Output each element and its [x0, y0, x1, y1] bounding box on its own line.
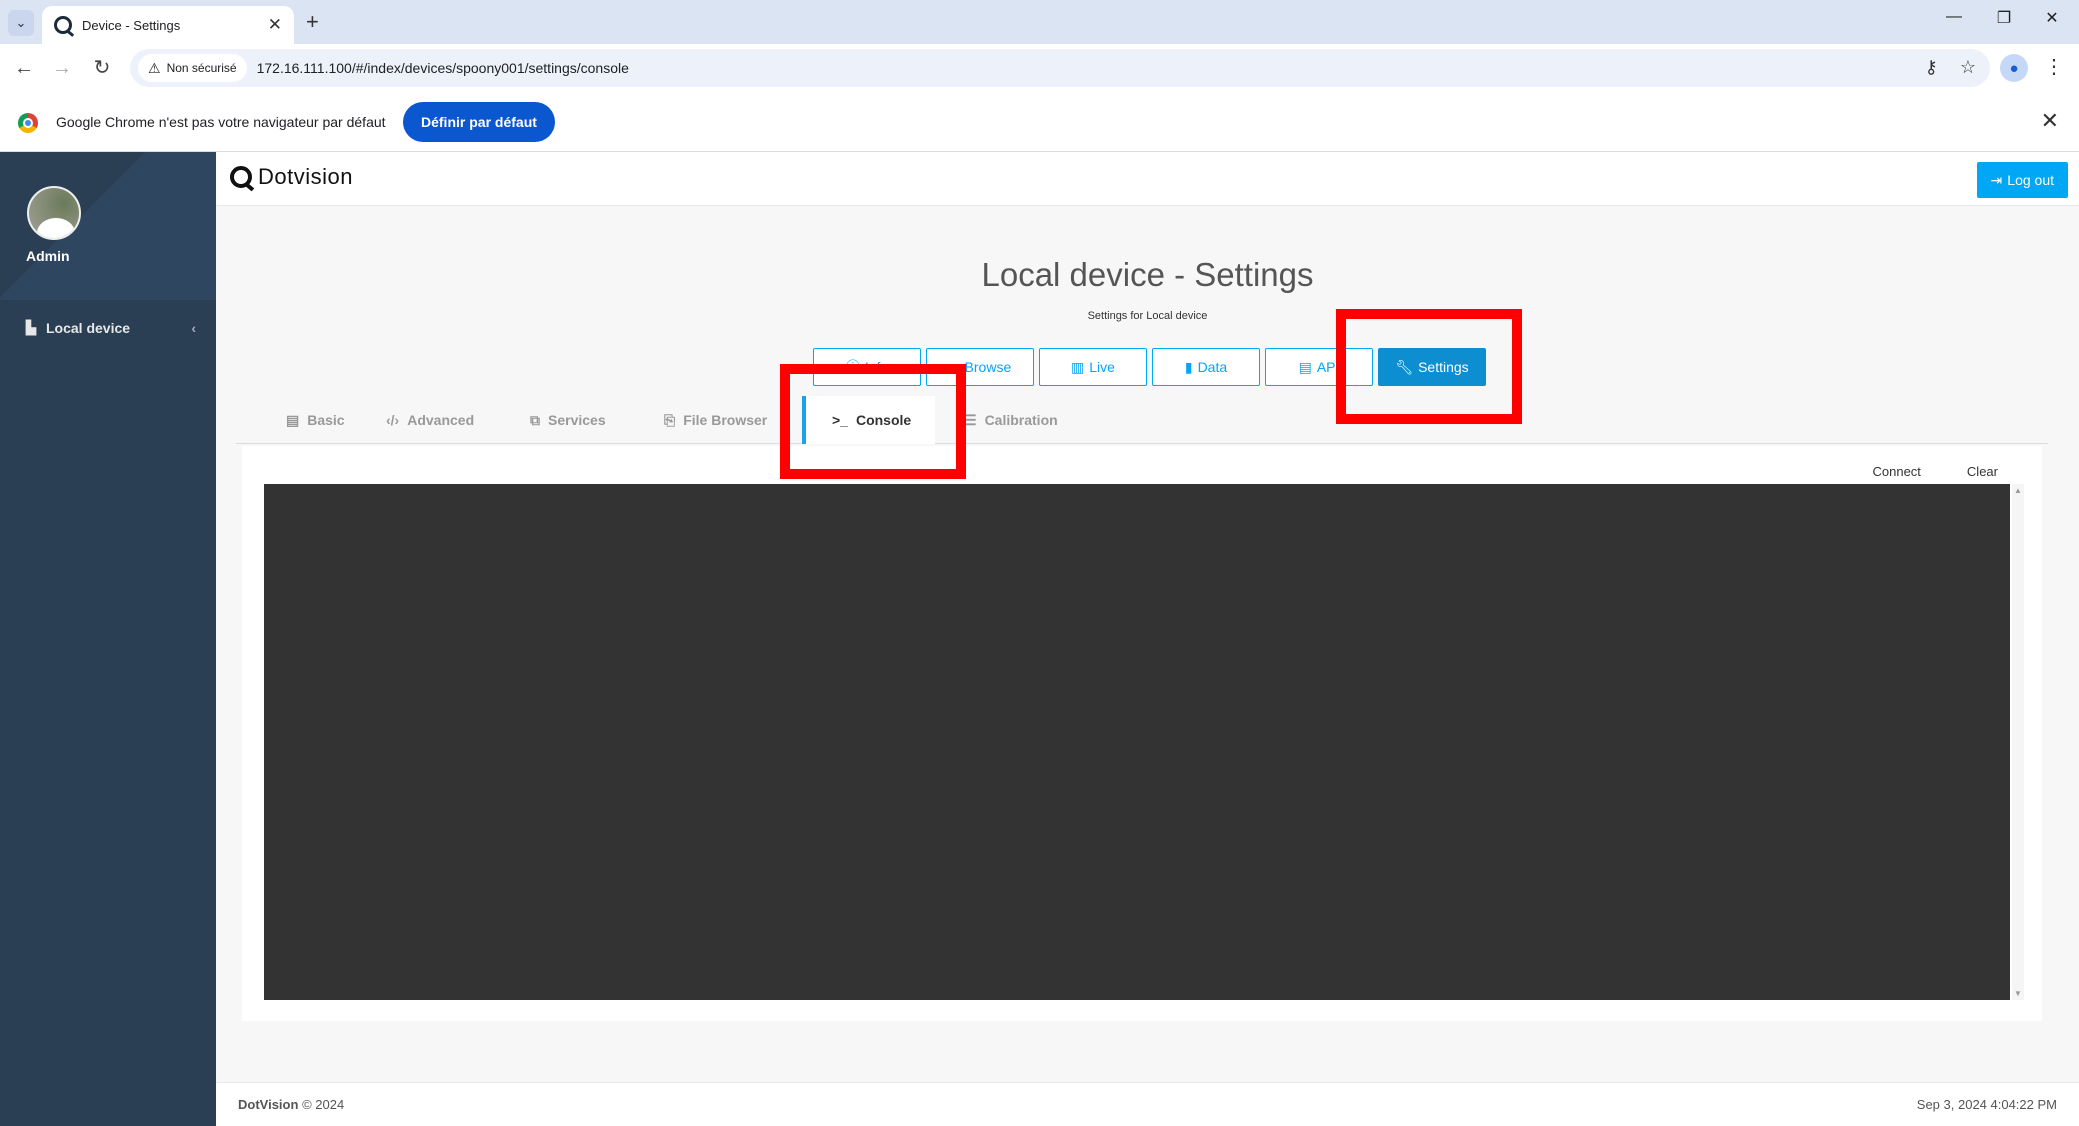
tab-title: Device - Settings: [82, 17, 181, 33]
scroll-up-icon[interactable]: ▲: [2014, 486, 2022, 495]
terminal-icon: >_: [832, 412, 848, 428]
logout-button[interactable]: ⇥ Log out: [1976, 162, 2068, 198]
tab-console-label: Console: [855, 412, 912, 428]
info-button[interactable]: ⓘ Info: [813, 348, 921, 386]
browse-label: Browse: [964, 359, 1012, 375]
tab-advanced-label: Advanced: [407, 412, 475, 428]
footer-copyright-year: © 2024: [302, 1097, 345, 1112]
file-browser-icon: ⎘: [664, 411, 676, 428]
live-label: Live: [1089, 359, 1115, 375]
password-key-icon[interactable]: ⚷: [1925, 57, 1938, 78]
set-default-button[interactable]: Définir par défaut: [403, 102, 555, 142]
reload-button[interactable]: ↻: [88, 54, 116, 82]
sidebar-item-label: Local device: [46, 320, 131, 336]
clear-button[interactable]: Clear: [1967, 464, 1998, 479]
sign-out-icon: ⇥: [1990, 171, 2003, 188]
footer-copyright: DotVision © 2024: [238, 1097, 344, 1112]
footer-timestamp: Sep 3, 2024 4:04:22 PM: [1916, 1097, 2057, 1112]
terminal-scrollbar[interactable]: ▲ ▼: [2012, 484, 2024, 1000]
sidebar: Admin ▙ Local device ‹: [0, 152, 216, 1126]
tab-advanced[interactable]: ‹/› Advanced: [386, 396, 474, 444]
url-text[interactable]: 172.16.111.100/#/index/devices/spoony001…: [257, 60, 629, 76]
bar-chart-icon: ▥: [1071, 358, 1085, 375]
scroll-down-icon[interactable]: ▼: [2014, 989, 2022, 998]
console-actions: Connect Clear: [1873, 464, 1999, 479]
brand-text: Dotvision: [258, 164, 353, 189]
sidebar-profile: Admin: [0, 152, 216, 300]
browser-menu-icon[interactable]: ⋮: [2044, 54, 2064, 79]
new-tab-button[interactable]: +: [306, 9, 319, 35]
area-chart-icon: ▙: [26, 320, 36, 335]
restore-button[interactable]: ❐: [1984, 8, 2024, 28]
info-icon: ⓘ: [845, 359, 860, 375]
tab-services-label: Services: [548, 412, 606, 428]
tab-services[interactable]: ⧉ Services: [530, 396, 606, 444]
browser-tab[interactable]: Device - Settings ✕: [42, 6, 294, 44]
wrench-icon: 🔧︎: [1395, 358, 1414, 375]
terminal-output[interactable]: [264, 484, 2010, 1000]
console-panel: Connect Clear ▲ ▼: [242, 446, 2042, 1021]
main-content: Local device - Settings Settings for Loc…: [216, 206, 2079, 1082]
browse-button[interactable]: ▰ Browse: [926, 348, 1034, 386]
api-icon: ▤: [1298, 358, 1312, 375]
file-icon: ▮: [1184, 358, 1193, 375]
api-button[interactable]: ▤ API: [1265, 348, 1373, 386]
copy-icon: ⧉: [530, 411, 540, 428]
dotvision-favicon-icon: [54, 16, 72, 34]
address-bar[interactable]: ⚠ Non sécurisé 172.16.111.100/#/index/de…: [130, 49, 1990, 87]
security-label: Non sécurisé: [166, 61, 237, 75]
live-button[interactable]: ▥ Live: [1039, 348, 1147, 386]
chevron-left-icon: ‹: [191, 320, 196, 336]
chrome-logo-icon: [18, 113, 38, 133]
calibration-icon: ☰: [964, 411, 977, 428]
data-label: Data: [1197, 359, 1228, 375]
code-icon: ‹/›: [386, 412, 400, 428]
close-tab-icon[interactable]: ✕: [268, 15, 282, 35]
data-button[interactable]: ▮ Data: [1152, 348, 1260, 386]
footer: DotVision © 2024 Sep 3, 2024 4:04:22 PM: [216, 1082, 2079, 1126]
bookmark-star-icon[interactable]: ☆: [1960, 57, 1976, 78]
tab-file-browser[interactable]: ⎘ File Browser: [664, 396, 767, 444]
api-label: API: [1316, 359, 1340, 375]
page-title: Local device - Settings: [981, 256, 1314, 293]
back-button[interactable]: ←: [10, 54, 38, 82]
security-chip[interactable]: ⚠ Non sécurisé: [138, 54, 247, 82]
folder-icon: ▰: [948, 358, 960, 375]
user-name: Admin: [26, 248, 70, 264]
logout-label: Log out: [2007, 172, 2054, 188]
profile-icon[interactable]: ●: [2000, 54, 2028, 82]
settings-label: Settings: [1418, 359, 1469, 375]
tab-basic-label: Basic: [307, 412, 345, 428]
warning-icon: ⚠: [148, 59, 161, 76]
browser-toolbar: ← → ↻ ⚠ Non sécurisé 172.16.111.100/#/in…: [0, 44, 2079, 92]
forward-button[interactable]: →: [48, 54, 76, 82]
device-nav-buttons: ⓘ Info ▰ Browse ▥ Live ▮ Data ▤ API 🔧︎ Setting…: [813, 348, 1486, 386]
brand-logo[interactable]: Dotvision: [230, 164, 353, 190]
tab-calibration[interactable]: ☰ Calibration: [964, 396, 1058, 444]
settings-subtabs: ▤ Basic ‹/› Advanced ⧉ Services ⎘ File Brows…: [236, 396, 2048, 444]
infobar-text: Google Chrome n'est pas votre navigateur…: [56, 114, 386, 130]
tab-calibration-label: Calibration: [984, 412, 1058, 428]
top-navbar: Dotvision ⇥ Log out: [216, 152, 2079, 206]
settings-button[interactable]: 🔧︎ Settings: [1378, 348, 1486, 386]
dotvision-logo-icon: [230, 166, 252, 188]
tab-basic[interactable]: ▤ Basic: [286, 396, 345, 444]
window-close-button[interactable]: ✕: [2032, 8, 2072, 28]
tab-file-browser-label: File Browser: [683, 412, 768, 428]
list-icon: ▤: [286, 411, 300, 428]
browser-tabstrip: ⌄ Device - Settings ✕ + — ❐ ✕: [0, 0, 2079, 44]
info-label: Info: [864, 359, 889, 375]
default-browser-infobar: Google Chrome n'est pas votre navigateur…: [0, 92, 2079, 152]
sidebar-item-local-device[interactable]: ▙ Local device ‹: [0, 312, 216, 344]
footer-brand: DotVision: [238, 1097, 299, 1112]
avatar: [27, 186, 81, 240]
tab-search-button[interactable]: ⌄: [8, 10, 34, 36]
infobar-close-icon[interactable]: ✕: [2041, 108, 2059, 134]
page-subtitle: Settings for Local device: [1087, 310, 1208, 322]
minimize-button[interactable]: —: [1934, 8, 1974, 26]
connect-button[interactable]: Connect: [1873, 464, 1921, 479]
tab-console[interactable]: >_ Console: [802, 396, 936, 444]
